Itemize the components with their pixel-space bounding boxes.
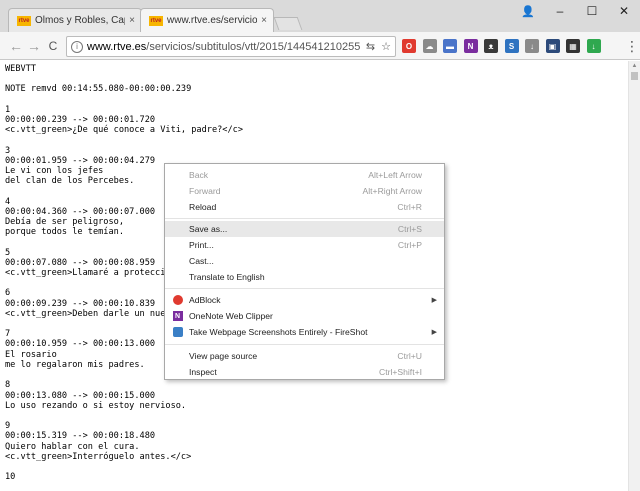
menu-item-label: Translate to English — [189, 272, 265, 282]
menu-item-label: OneNote Web Clipper — [189, 311, 273, 321]
submenu-arrow-icon: ▶ — [431, 329, 437, 336]
bookmark-star-icon[interactable]: ☆ — [381, 40, 391, 53]
url-domain: www.rtve.es — [87, 40, 147, 53]
close-icon[interactable]: × — [129, 15, 135, 26]
browser-menu-icon[interactable]: ⋮ — [625, 39, 639, 53]
fireshot-icon[interactable]: S — [504, 39, 519, 53]
card-icon[interactable]: ▬ — [443, 39, 457, 53]
vertical-scrollbar[interactable]: ▲ — [628, 61, 640, 491]
info-icon[interactable]: i — [71, 40, 83, 53]
puzzle-icon[interactable]: ▦ — [566, 39, 580, 53]
back-button[interactable]: ← — [6, 36, 26, 56]
adblock-icon — [172, 295, 183, 306]
scroll-up-arrow-icon[interactable]: ▲ — [629, 61, 640, 71]
menu-item-label: Take Webpage Screenshots Entirely - Fire… — [189, 327, 368, 337]
url-text[interactable]: www.rtve.es/servicios/subtitulos/vtt/201… — [87, 41, 360, 53]
menu-item-fireshot[interactable]: Take Webpage Screenshots Entirely - Fire… — [165, 324, 444, 340]
account-icon[interactable]: 👤 — [512, 0, 544, 22]
menu-item-shortcut: Ctrl+Shift+I — [379, 367, 422, 377]
mustache-icon[interactable]: ᴥ — [484, 39, 498, 53]
menu-separator — [165, 344, 444, 345]
rtve-favicon-icon: rtve — [149, 15, 163, 26]
onenote-icon: N — [172, 311, 183, 322]
menu-item-print[interactable]: Print... Ctrl+P — [165, 237, 444, 253]
menu-item-translate[interactable]: Translate to English — [165, 269, 444, 285]
download-circle-icon[interactable]: ↓ — [586, 39, 601, 53]
menu-item-view-source[interactable]: View page source Ctrl+U — [165, 348, 444, 364]
menu-item-shortcut: Ctrl+U — [397, 351, 422, 361]
reload-button[interactable]: C — [43, 36, 63, 56]
download-arrow-icon[interactable]: ↓ — [525, 39, 539, 53]
toolbar: ← → C i www.rtve.es/servicios/subtitulos… — [0, 32, 640, 60]
close-icon[interactable]: × — [261, 15, 267, 26]
menu-item-cast[interactable]: Cast... — [165, 253, 444, 269]
tab-vtt-file[interactable]: rtve www.rtve.es/servicios/sub × — [140, 8, 274, 32]
submenu-arrow-icon: ▶ — [431, 297, 437, 304]
menu-item-reload[interactable]: Reload Ctrl+R — [165, 199, 444, 215]
menu-item-label: Inspect — [189, 367, 217, 377]
translate-icon[interactable]: ⇆ — [366, 40, 375, 53]
tab-olmos-y-robles[interactable]: rtve Olmos y Robles, Capítulo × — [8, 8, 142, 32]
menu-item-label: View page source — [189, 351, 258, 361]
url-path: /servicios/subtitulos/vtt/2015/144541210… — [146, 40, 360, 53]
context-menu: Back Alt+Left Arrow Forward Alt+Right Ar… — [164, 163, 445, 380]
rtve-favicon-icon: rtve — [17, 15, 31, 26]
menu-item-inspect[interactable]: Inspect Ctrl+Shift+I — [165, 364, 444, 380]
close-window-button[interactable]: ✕ — [608, 0, 640, 22]
menu-item-forward[interactable]: Forward Alt+Right Arrow — [165, 183, 444, 199]
menu-item-shortcut: Ctrl+S — [397, 224, 422, 234]
tab-title: Olmos y Robles, Capítulo — [35, 15, 125, 26]
tab-title: www.rtve.es/servicios/sub — [167, 15, 258, 26]
menu-item-shortcut: Alt+Right Arrow — [362, 186, 422, 196]
menu-item-label: Reload — [189, 202, 217, 212]
menu-item-label: Save as... — [189, 224, 228, 234]
menu-item-label: Back — [189, 170, 209, 180]
menu-item-adblock[interactable]: AdBlock ▶ — [165, 292, 444, 308]
menu-item-label: Forward — [189, 186, 221, 196]
fireshot-icon — [172, 327, 183, 338]
menu-item-shortcut: Alt+Left Arrow — [368, 170, 422, 180]
new-tab-button[interactable] — [273, 17, 303, 30]
forward-button[interactable]: → — [24, 36, 44, 56]
menu-item-onenote-clipper[interactable]: N OneNote Web Clipper — [165, 308, 444, 324]
menu-item-shortcut: Ctrl+R — [397, 202, 422, 212]
save-icon[interactable]: ▣ — [545, 39, 560, 53]
menu-item-save-as[interactable]: Save as... Ctrl+S — [165, 221, 444, 237]
scroll-thumb[interactable] — [631, 72, 638, 80]
menu-item-label: Cast... — [189, 256, 214, 266]
menu-separator — [165, 288, 444, 289]
menu-item-shortcut: Ctrl+P — [397, 240, 422, 250]
menu-item-back[interactable]: Back Alt+Left Arrow — [165, 167, 444, 183]
maximize-button[interactable]: ☐ — [576, 0, 608, 22]
menu-item-label: Print... — [189, 240, 214, 250]
opera-icon[interactable]: O — [402, 39, 416, 53]
minimize-button[interactable]: – — [544, 0, 576, 22]
menu-separator — [165, 218, 444, 219]
tab-strip: rtve Olmos y Robles, Capítulo × rtve www… — [0, 0, 640, 32]
menu-item-label: AdBlock — [189, 295, 221, 305]
address-bar[interactable]: i www.rtve.es/servicios/subtitulos/vtt/2… — [66, 36, 396, 57]
cloud-icon[interactable]: ☁ — [422, 39, 437, 53]
onenote-icon[interactable]: N — [463, 39, 478, 53]
